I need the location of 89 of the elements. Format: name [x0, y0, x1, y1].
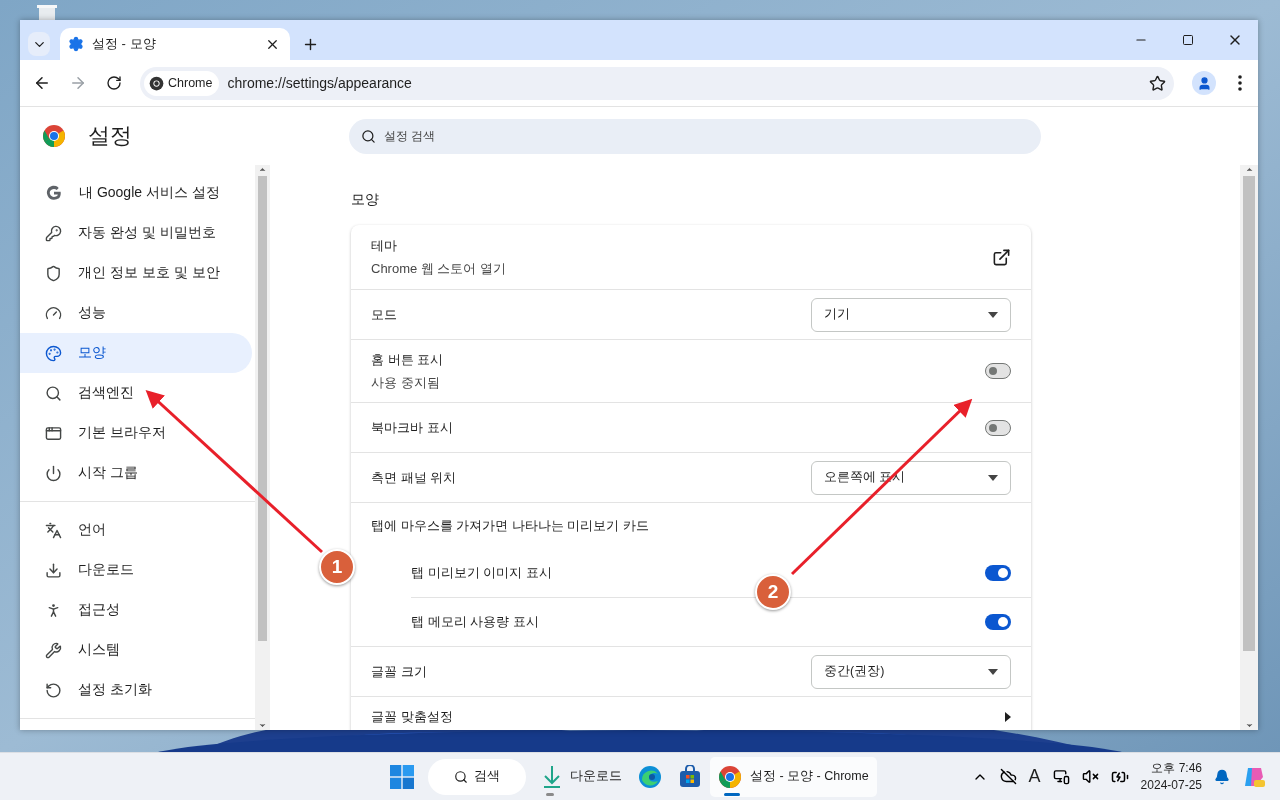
browser-window-icon — [45, 424, 62, 442]
scroll-down-icon[interactable] — [258, 721, 267, 730]
tab-search-button[interactable] — [28, 32, 50, 56]
dropdown[interactable]: 기기 — [811, 297, 1011, 332]
recycle-bin-icon[interactable] — [37, 4, 57, 20]
sidebar-item[interactable]: 검색엔진 — [20, 373, 252, 413]
reset-icon — [45, 681, 62, 699]
url-text: chrome://settings/appearance — [227, 75, 413, 91]
sidebar-item[interactable]: 개인 정보 보호 및 보안 — [20, 253, 252, 293]
search-icon — [45, 384, 62, 402]
search-icon — [454, 769, 468, 784]
setting-label: 북마크바 표시 — [371, 418, 453, 437]
sidebar-item[interactable]: 시스템 — [20, 630, 252, 670]
site-chip[interactable]: Chrome — [144, 70, 220, 96]
sidebar-item[interactable]: 모양 — [20, 333, 252, 373]
sidebar-item[interactable]: 설정 초기화 — [20, 670, 252, 710]
search-field[interactable]: 설정 검색 — [349, 119, 1041, 154]
setting-description: Chrome 웹 스토어 열기 — [371, 259, 507, 278]
setting-label: 탭에 마우스를 가져가면 나타나는 미리보기 카드 — [371, 517, 650, 535]
taskbar-app[interactable]: 설정 - 모양 - Chrome — [710, 756, 877, 797]
caret-icon — [1005, 712, 1011, 722]
chrome-icon — [718, 764, 742, 789]
taskbar-app[interactable]: 다운로드 — [534, 756, 630, 797]
muted-speaker-icon[interactable] — [1081, 768, 1099, 785]
scrollbar[interactable] — [1240, 165, 1258, 730]
sidebar-item[interactable]: 언어 — [20, 510, 252, 550]
section-title: 모양 — [351, 191, 380, 209]
setting-label: 측면 패널 위치 — [371, 468, 457, 487]
chrome-logo-icon — [42, 124, 66, 148]
sidebar-item[interactable]: 다운로드 — [20, 550, 252, 590]
setting-label: 글꼴 크기 — [371, 662, 427, 681]
caret-icon — [988, 311, 998, 318]
download-arrow-icon — [542, 764, 562, 789]
wrench-icon — [45, 641, 62, 659]
setting-label: 홈 버튼 표시 — [371, 350, 444, 369]
setting-label[interactable]: 글꼴 맞춤설정 — [371, 708, 453, 726]
toggle-switch[interactable] — [985, 419, 1011, 436]
clock[interactable]: 오후 7:46 2024-07-25 — [1140, 759, 1202, 794]
scrollbar[interactable] — [255, 165, 270, 730]
scroll-up-icon[interactable] — [1244, 165, 1254, 174]
translate-icon — [45, 521, 62, 539]
page-title: 설정 — [88, 122, 132, 150]
setting-label: 모드 — [371, 305, 397, 324]
setting-label: 탭 미리보기 이미지 표시 — [411, 564, 552, 582]
sidebar-item[interactable]: 접근성 — [20, 590, 252, 630]
power-icon — [45, 464, 62, 482]
arrow-right-icon — [69, 74, 87, 92]
search-icon — [361, 129, 376, 144]
address-bar[interactable]: Chrome chrome://settings/appearance — [140, 66, 1174, 100]
setting-label: 탭 메모리 사용량 표시 — [411, 613, 539, 631]
gear-icon — [68, 36, 84, 52]
maximize-icon — [1181, 34, 1194, 46]
sidebar-item[interactable]: 기본 브라우저 — [20, 413, 252, 453]
dropdown[interactable]: 중간(권장) — [811, 654, 1011, 689]
gauge-icon — [45, 304, 62, 322]
palette-icon — [45, 344, 62, 362]
windows-logo-icon[interactable] — [390, 764, 414, 789]
caret-icon — [988, 474, 998, 481]
sidebar-item[interactable]: 자동 완성 및 비밀번호 — [20, 213, 252, 253]
star-icon — [1148, 74, 1166, 92]
store-bag-icon — [678, 764, 702, 789]
scroll-down-icon[interactable] — [1244, 721, 1254, 730]
google-g-icon — [45, 184, 63, 202]
caret-icon — [988, 668, 998, 675]
cloud-off-icon[interactable] — [999, 768, 1017, 785]
sidebar-item[interactable]: 시작 그룹 — [20, 453, 252, 493]
toggle-switch[interactable] — [985, 565, 1011, 581]
edge-browser-icon — [638, 764, 662, 789]
chrome-icon — [149, 75, 164, 91]
sidebar-item[interactable]: 내 Google 서비스 설정 — [20, 173, 252, 213]
toggle-switch[interactable] — [985, 363, 1011, 379]
setting-description: 사용 중지됨 — [371, 373, 441, 392]
person-icon — [1196, 75, 1212, 91]
reload-icon — [106, 75, 122, 91]
shield-icon — [45, 264, 62, 282]
download-icon — [45, 561, 62, 579]
devices-icon[interactable] — [1052, 768, 1070, 785]
input-indicator[interactable]: A — [1028, 766, 1041, 787]
scroll-up-icon[interactable] — [258, 165, 267, 174]
taskbar-search[interactable]: 검색 — [428, 758, 526, 795]
menu-icon — [1238, 75, 1242, 91]
browser-tab[interactable]: 설정 - 모양 — [60, 28, 290, 60]
key-icon — [45, 224, 62, 242]
setting-label: 테마 — [371, 236, 398, 255]
sidebar-item[interactable]: 성능 — [20, 293, 252, 333]
profile-button[interactable] — [1192, 71, 1216, 95]
toggle-switch[interactable] — [985, 614, 1011, 630]
bell-icon[interactable] — [1214, 768, 1230, 785]
external-link-icon[interactable] — [992, 247, 1011, 267]
